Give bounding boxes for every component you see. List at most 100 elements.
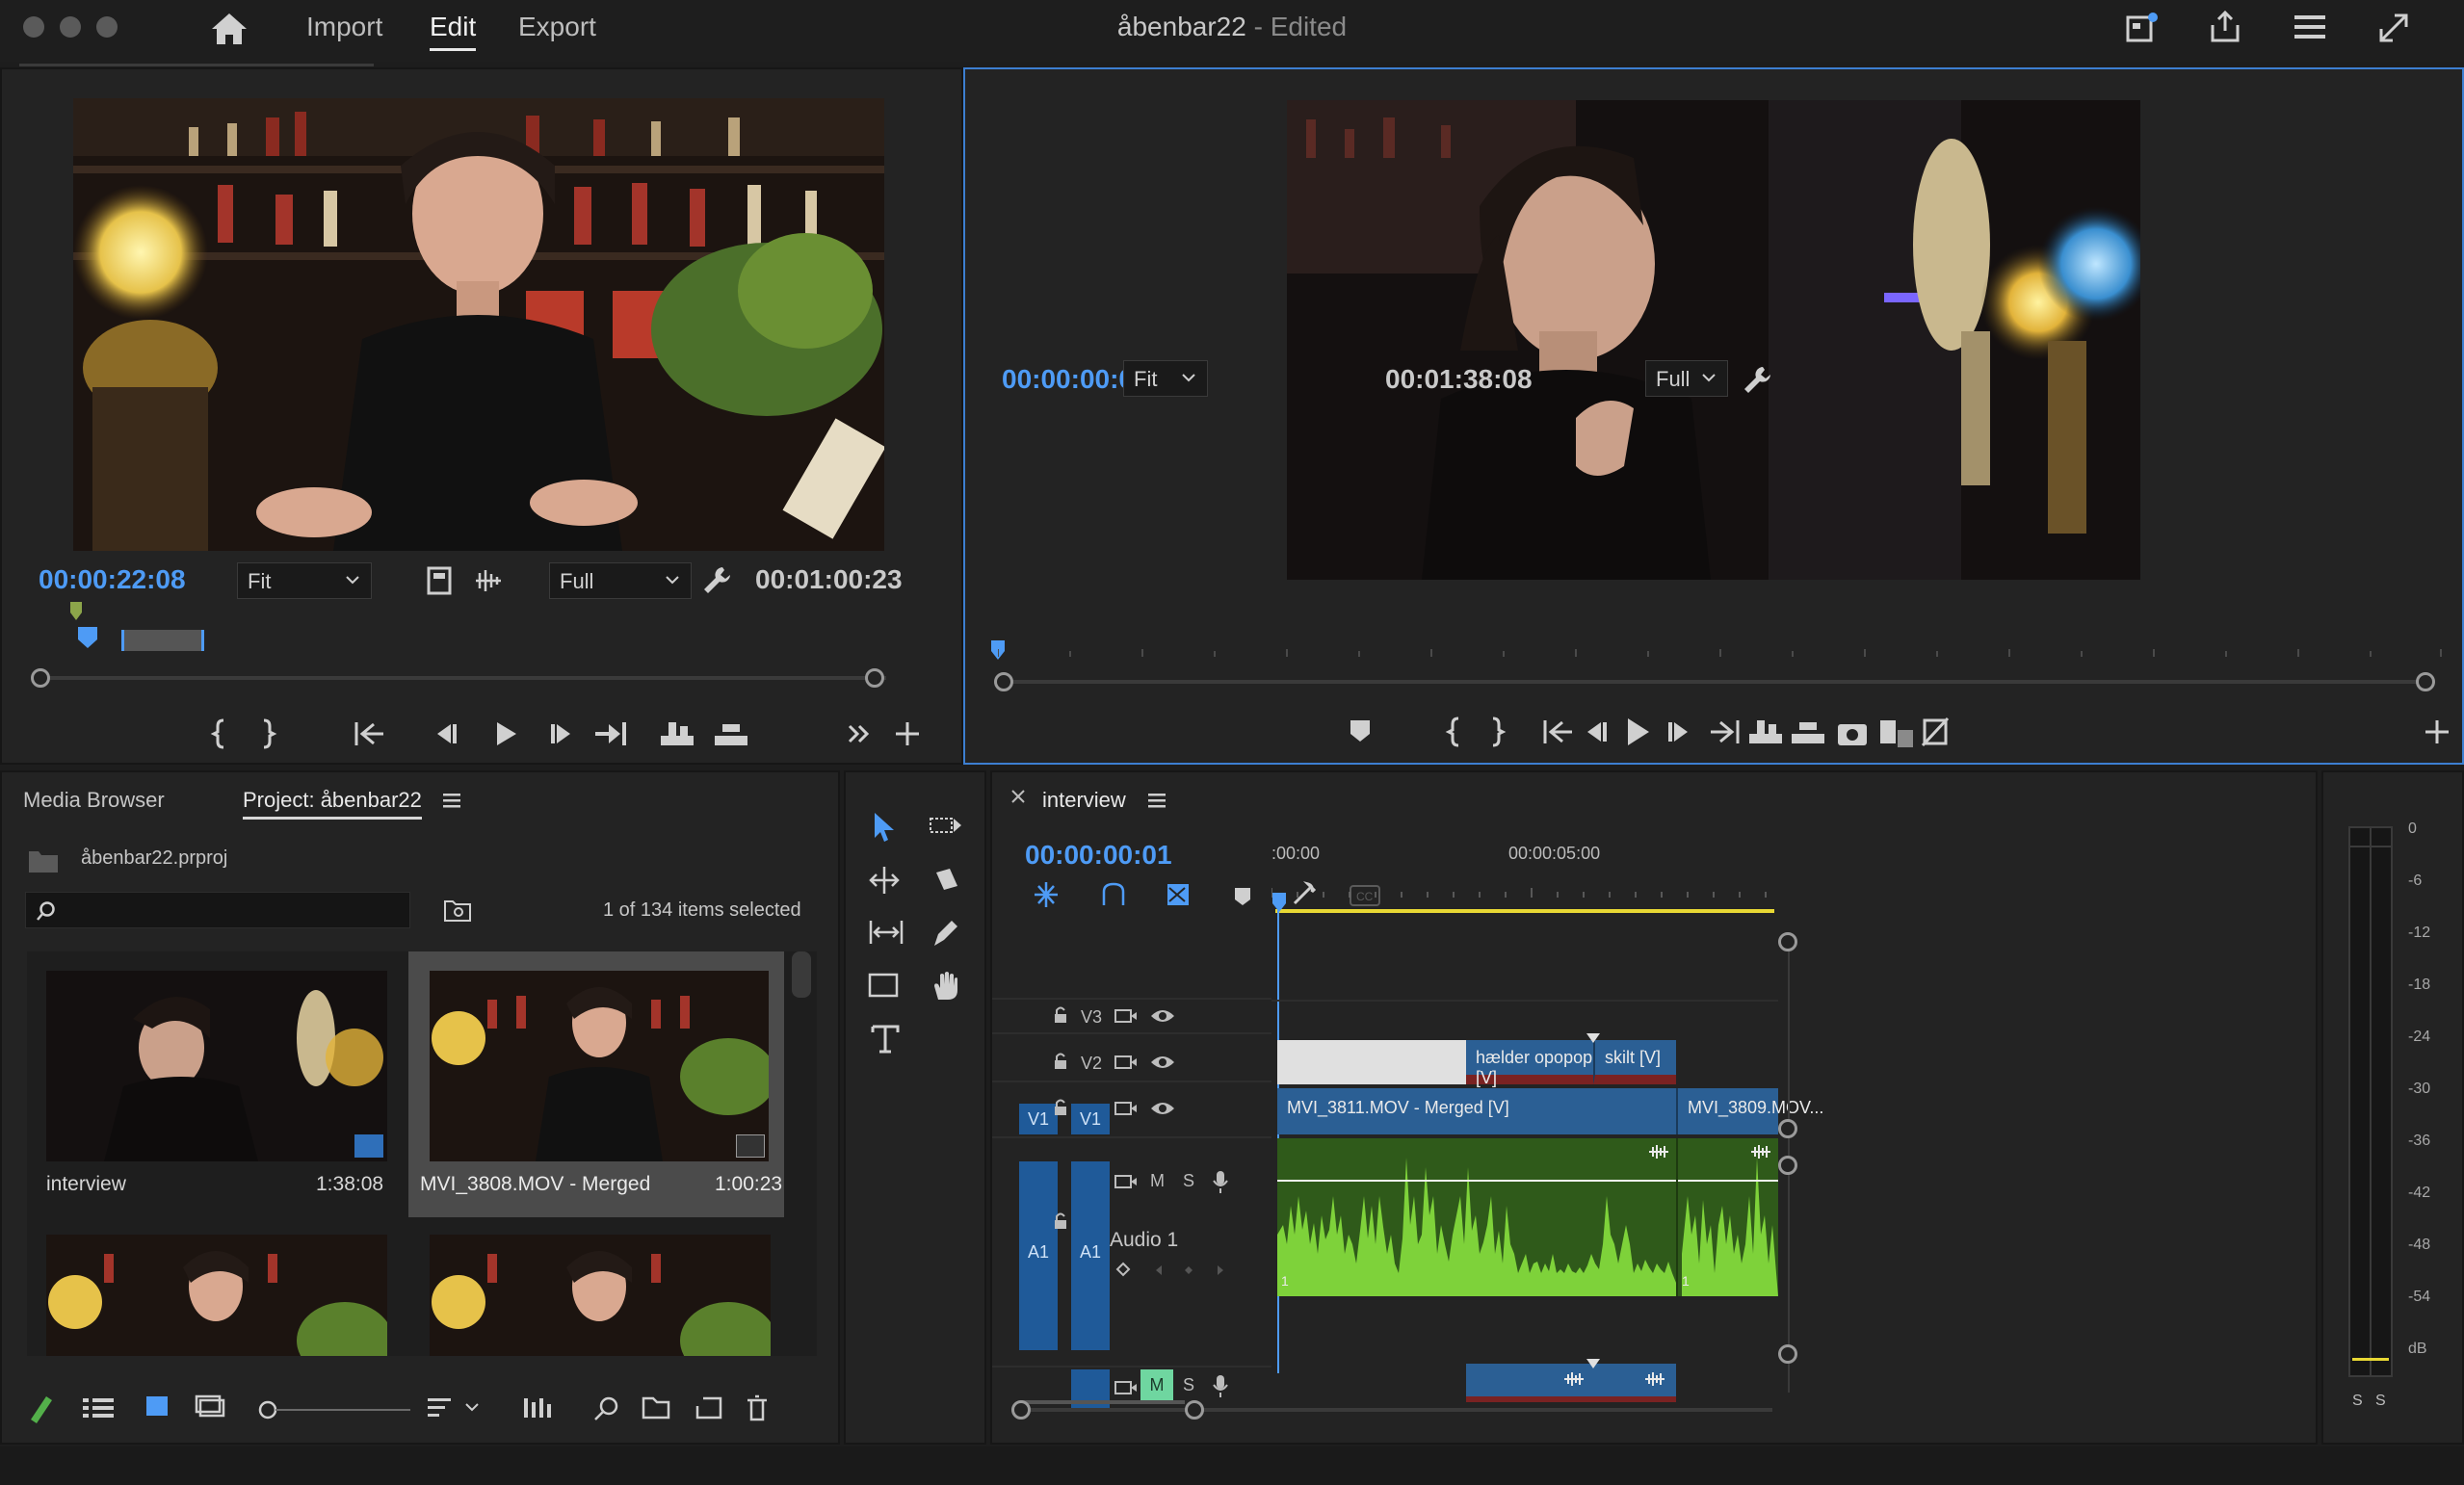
share-icon[interactable] — [2208, 10, 2242, 44]
program-settings-wrench-icon[interactable] — [1742, 364, 1772, 395]
source-zoom-select[interactable]: Fit — [237, 562, 372, 599]
v2-clip-a[interactable]: hælder opopop [V] — [1466, 1040, 1593, 1087]
source-patch-a1[interactable]: A1 — [1019, 1161, 1058, 1350]
program-quality-select[interactable]: Full — [1645, 360, 1728, 397]
a1-audio-clip[interactable]: 1 1 — [1277, 1138, 1778, 1296]
mute-button-a2-active[interactable]: M — [1140, 1369, 1173, 1400]
solo-button-a2[interactable]: S — [1183, 1375, 1194, 1395]
source-transport-controls — [210, 715, 952, 753]
audio-meter-panel: 0 -6 -12 -18 -24 -30 -36 -42 -48 -54 dB … — [2321, 770, 2464, 1445]
timeline-current-time[interactable]: 00:00:00:01 — [1025, 840, 1172, 871]
timeline-panel: interview 00:00:00:01 CC :00:00 00:00:05… — [990, 770, 2318, 1445]
panel-menu-icon[interactable] — [441, 792, 462, 809]
drag-video-only-icon[interactable] — [426, 566, 453, 595]
microphone-icon[interactable] — [1212, 1373, 1229, 1398]
lock-icon[interactable] — [1052, 1098, 1069, 1117]
timeline-vscroll-handle[interactable] — [1778, 1119, 1797, 1138]
timeline-hscroll-thumb[interactable] — [1021, 1400, 1185, 1420]
source-duration: 00:01:00:23 — [755, 564, 903, 594]
track-divider — [992, 1032, 1271, 1034]
track-target-a1[interactable]: A1 — [1071, 1161, 1110, 1350]
slip-tool-icon[interactable] — [867, 917, 905, 948]
search-icon — [36, 900, 57, 922]
mute-button-a1[interactable]: M — [1150, 1171, 1165, 1191]
fullscreen-icon[interactable] — [2377, 12, 2410, 44]
source-video-frame[interactable] — [73, 98, 884, 551]
timeline-vscroll-handle[interactable] — [1778, 1156, 1797, 1175]
sync-lock-icon[interactable] — [1114, 1377, 1139, 1398]
program-scrollbar-track[interactable] — [1002, 680, 2427, 684]
quick-export-icon[interactable] — [2125, 12, 2160, 44]
selection-tool-icon[interactable] — [867, 809, 902, 844]
eye-icon[interactable] — [1150, 1007, 1175, 1025]
timeline-vscroll-handle[interactable] — [1778, 1344, 1797, 1364]
sequence-icon — [354, 1134, 383, 1158]
meter-solo-left[interactable]: S — [2352, 1393, 2363, 1410]
v1-clip-b-label: MVI_3809.MOV... — [1688, 1098, 1824, 1117]
source-in-out-range[interactable] — [121, 630, 204, 651]
lock-icon[interactable] — [1052, 1052, 1069, 1071]
hand-tool-icon[interactable] — [929, 969, 963, 1003]
source-quality-select[interactable]: Full — [549, 562, 692, 599]
sync-lock-icon[interactable] — [1114, 1171, 1139, 1192]
project-scrollbar-thumb[interactable] — [792, 951, 811, 998]
work-area-bar[interactable] — [1275, 909, 1774, 913]
project-item-selected[interactable]: MVI_3808.MOV - Merged 1:00:23 — [408, 951, 784, 1217]
razor-tool-icon[interactable] — [929, 865, 963, 896]
track-select-tool-icon[interactable] — [929, 811, 963, 842]
timeline-hscroll-handle-right[interactable] — [1185, 1400, 1204, 1420]
source-current-time[interactable]: 00:00:22:08 — [39, 564, 186, 595]
v1-clip-b[interactable]: MVI_3809.MOV... — [1676, 1088, 1823, 1134]
program-scroll-handle-right[interactable] — [2416, 672, 2435, 691]
tab-sequence[interactable]: interview — [1042, 788, 1126, 813]
eye-icon[interactable] — [1150, 1054, 1175, 1071]
panel-menu-icon[interactable] — [1146, 792, 1167, 809]
lock-icon[interactable] — [1052, 1211, 1069, 1231]
program-time-ruler[interactable] — [998, 639, 2443, 657]
top-bar: Import Edit Export åbenbar22 - Edited — [0, 0, 2464, 62]
track-header-v3: V3 — [992, 1002, 1271, 1030]
meter-label: dB — [2408, 1341, 2427, 1357]
project-item-thumbnail[interactable] — [46, 1235, 387, 1356]
program-zoom-select[interactable]: Fit — [1123, 360, 1208, 397]
chevron-down-icon — [664, 571, 681, 588]
rectangle-tool-icon[interactable] — [867, 971, 902, 1000]
source-scrollbar-track[interactable] — [39, 676, 886, 680]
eye-icon[interactable] — [1150, 1100, 1175, 1117]
v2-clip-b[interactable]: skilt [V] — [1593, 1040, 1676, 1084]
microphone-icon[interactable] — [1212, 1169, 1229, 1194]
source-playhead[interactable] — [77, 626, 98, 649]
project-item[interactable]: interview 1:38:08 — [27, 951, 406, 1217]
a2-audio-clip[interactable] — [1466, 1364, 1676, 1402]
v1-clip-a[interactable]: MVI_3811.MOV - Merged [V] — [1277, 1088, 1676, 1134]
solo-button-a1[interactable]: S — [1183, 1171, 1194, 1191]
sync-lock-icon[interactable] — [1114, 1005, 1139, 1027]
program-scroll-handle-left[interactable] — [994, 672, 1013, 691]
pen-tool-icon[interactable] — [929, 917, 963, 950]
drag-audio-only-icon[interactable] — [474, 568, 503, 593]
project-item-thumbnail[interactable] — [430, 1235, 771, 1356]
v2-clip-empty[interactable] — [1277, 1040, 1466, 1084]
sync-lock-icon[interactable] — [1114, 1052, 1139, 1073]
sync-lock-icon[interactable] — [1114, 1098, 1139, 1119]
meter-label: -18 — [2408, 977, 2431, 993]
close-icon[interactable] — [1009, 788, 1027, 805]
source-scroll-handle-left[interactable] — [31, 668, 50, 688]
meter-solo-right[interactable]: S — [2375, 1393, 2386, 1410]
source-settings-wrench-icon[interactable] — [701, 564, 732, 595]
program-video-frame[interactable] — [1287, 100, 2140, 580]
new-search-bin-icon[interactable] — [443, 898, 472, 923]
track-target-v1[interactable]: V1 — [1071, 1104, 1110, 1134]
ripple-edit-tool-icon[interactable] — [867, 865, 902, 896]
project-search-input[interactable] — [25, 892, 410, 928]
timeline-hscroll-handle-left[interactable] — [1011, 1400, 1031, 1420]
workspaces-menu-icon[interactable] — [2293, 12, 2327, 42]
source-scroll-handle-right[interactable] — [865, 668, 884, 688]
timeline-playhead-handle[interactable] — [1271, 892, 1287, 913]
tab-media-browser[interactable]: Media Browser — [23, 788, 165, 813]
timeline-ruler[interactable] — [1271, 878, 1786, 898]
tab-project[interactable]: Project: åbenbar22 — [243, 788, 422, 813]
lock-icon[interactable] — [1052, 1005, 1069, 1025]
timeline-vscroll-handle[interactable] — [1778, 932, 1797, 951]
type-tool-icon[interactable] — [869, 1023, 902, 1055]
